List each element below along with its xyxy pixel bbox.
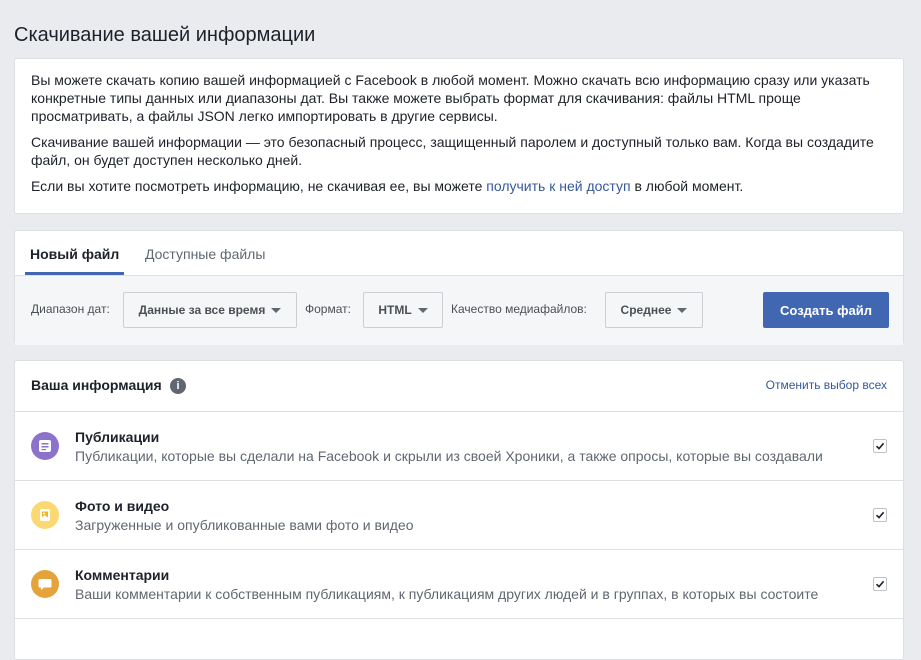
page-title: Скачивание вашей информации (14, 24, 316, 46)
format-dropdown[interactable]: HTML (363, 292, 443, 328)
deselect-all-link[interactable]: Отменить выбор всех (766, 378, 887, 392)
info-category-title: Комментарии (75, 567, 170, 583)
date-range-label: Диапазон дат: (31, 302, 110, 316)
download-toolbar: Диапазон дат: Данные за все время Формат… (15, 276, 903, 345)
intro-paragraph-2: Скачивание вашей информации — это безопа… (31, 134, 874, 168)
info-category-row: Комментарии Ваши комментарии к собственн… (15, 550, 903, 619)
your-information-header: Ваша информация i Отменить выбор всех (15, 361, 903, 412)
info-category-title: Публикации (75, 429, 160, 445)
chevron-down-icon (271, 307, 282, 313)
format-value: HTML (378, 303, 412, 317)
info-category-row: Фото и видео Загруженные и опубликованны… (15, 481, 903, 550)
info-category-title: Фото и видео (75, 498, 170, 514)
your-information-card: Ваша информация i Отменить выбор всех Пу… (14, 360, 904, 660)
tab-new-file[interactable]: Новый файл (25, 231, 125, 275)
category-checkbox[interactable] (873, 508, 887, 522)
access-info-link[interactable]: получить к ней доступ (486, 178, 630, 194)
comment-icon (31, 570, 59, 598)
info-category-description: Ваши комментарии к собственным публикаци… (75, 586, 819, 602)
info-category-description: Публикации, которые вы сделали на Facebo… (75, 448, 823, 464)
intro-paragraph-1: Вы можете скачать копию вашей информацие… (31, 72, 870, 124)
posts-icon (31, 432, 59, 460)
info-icon[interactable]: i (170, 378, 186, 394)
info-category-row: Публикации Публикации, которые вы сделал… (15, 412, 903, 481)
date-range-value: Данные за все время (138, 303, 266, 317)
format-label: Формат: (305, 302, 351, 316)
media-quality-label: Качество медиафайлов: (451, 302, 587, 316)
media-quality-dropdown[interactable]: Среднее (605, 292, 703, 328)
info-category-description: Загруженные и опубликованные вами фото и… (75, 517, 414, 533)
create-file-button[interactable]: Создать файл (763, 292, 889, 328)
chevron-down-icon (417, 307, 428, 313)
checkmark-icon (875, 511, 885, 519)
category-checkbox[interactable] (873, 577, 887, 591)
tab-bar: Новый файл Доступные файлы (15, 231, 903, 276)
checkmark-icon (875, 442, 885, 450)
category-checkbox[interactable] (873, 439, 887, 453)
intro-paragraph-3-after: в любой момент. (630, 178, 744, 194)
date-range-dropdown[interactable]: Данные за все время (123, 292, 297, 328)
your-information-title: Ваша информация (31, 377, 162, 393)
intro-paragraph-3: Если вы хотите посмотреть информацию, не… (31, 177, 887, 195)
intro-card: Вы можете скачать копию вашей информацие… (14, 58, 904, 214)
chevron-down-icon (677, 307, 688, 313)
tab-available-files[interactable]: Доступные файлы (145, 231, 265, 275)
download-options-card: Новый файл Доступные файлы Диапазон дат:… (14, 230, 904, 345)
intro-paragraph-3-before: Если вы хотите посмотреть информацию, не… (31, 178, 487, 194)
photo-icon (31, 501, 59, 529)
checkmark-icon (875, 580, 885, 588)
media-quality-value: Среднее (620, 303, 672, 317)
